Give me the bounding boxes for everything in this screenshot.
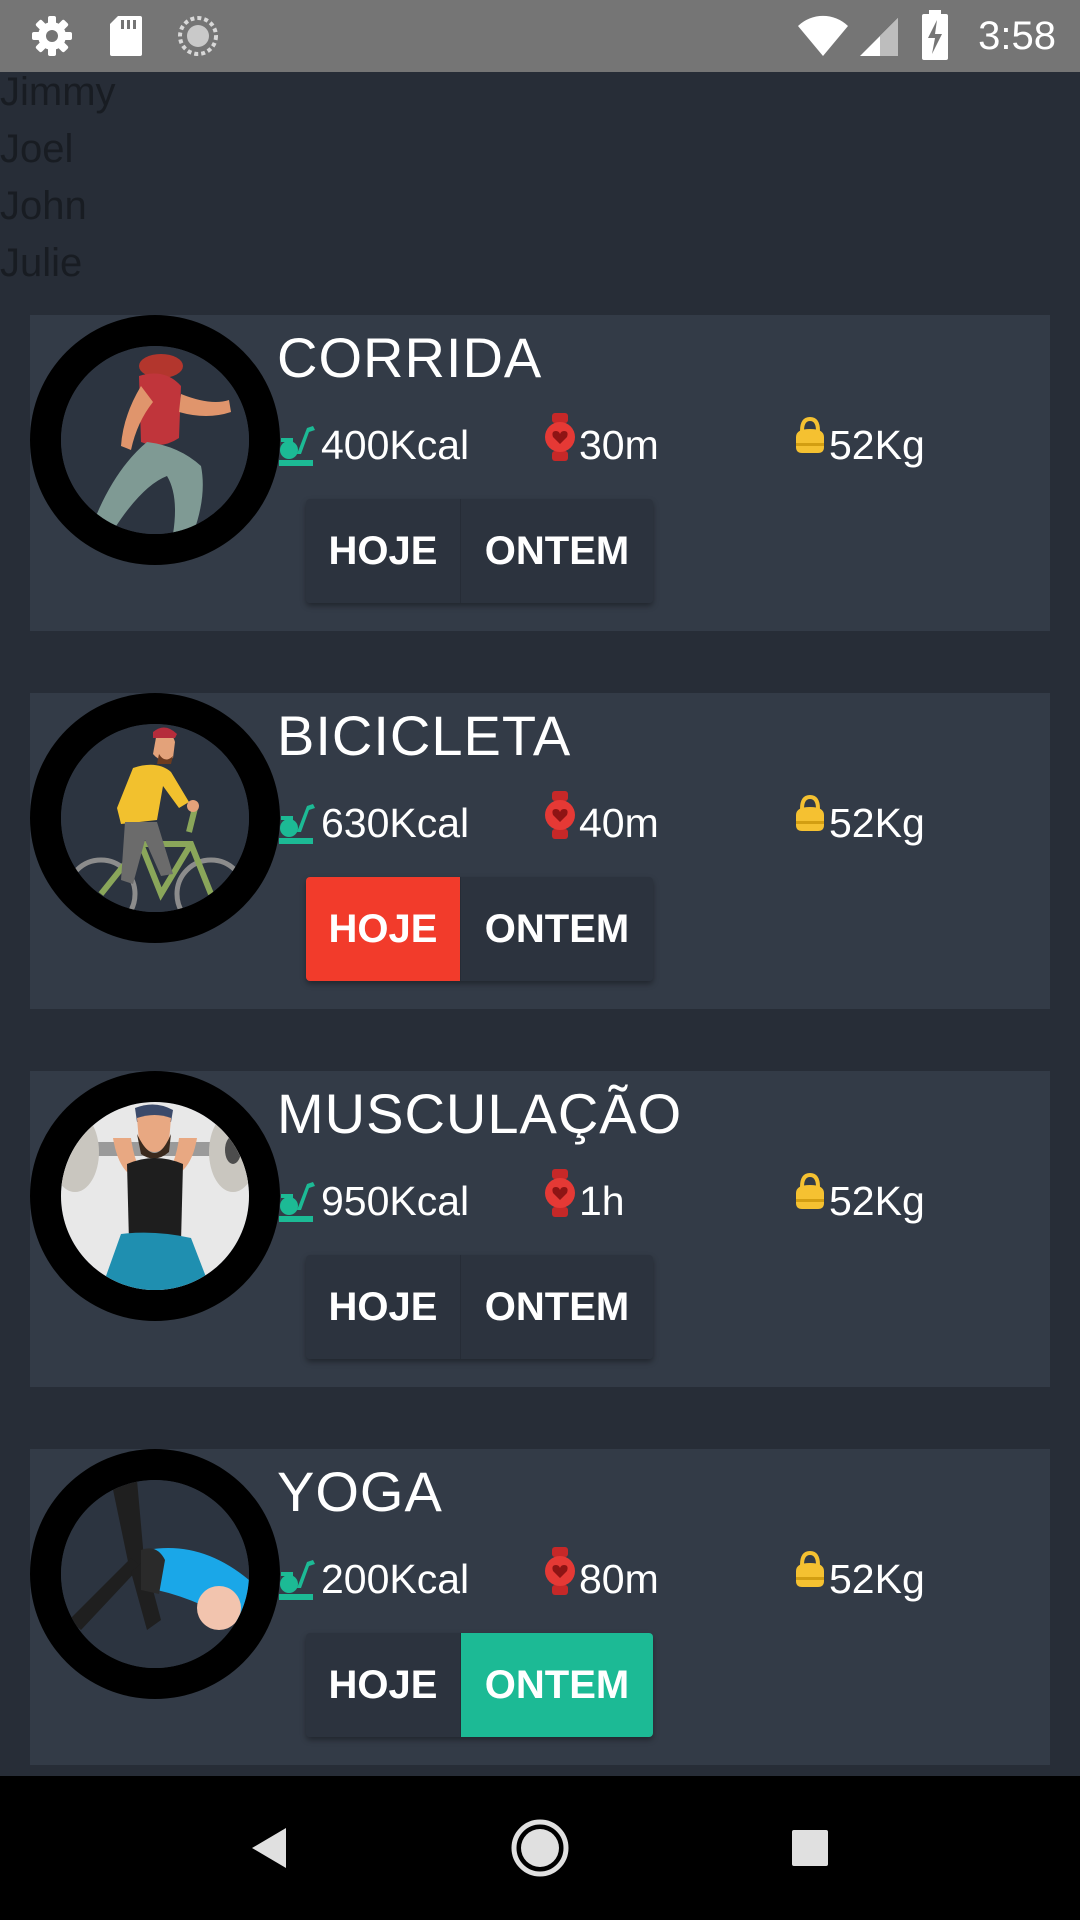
exercise-bike-icon: [279, 1560, 315, 1600]
weight-stat: 52Kg: [793, 1163, 925, 1224]
day-toggle: HOJE ONTEM: [306, 1633, 653, 1737]
weight-value: 52Kg: [829, 1555, 925, 1602]
time-stat: 40m: [543, 785, 659, 846]
hoje-button[interactable]: HOJE: [306, 1255, 460, 1359]
activity-card-bicicleta: BICICLETA 630Kcal 40m 52Kg HOJE ONTEM: [30, 693, 1050, 1009]
day-toggle: HOJE ONTEM: [306, 499, 653, 603]
kcal-value: 200Kcal: [321, 1555, 470, 1602]
kcal-stat: 200Kcal: [275, 1549, 469, 1609]
sd-card-icon: [108, 14, 144, 63]
weight-value: 52Kg: [829, 799, 925, 846]
wifi-icon: [796, 14, 850, 63]
list-item[interactable]: Julie: [0, 235, 116, 292]
weight-value: 52Kg: [829, 421, 925, 468]
activity-title: MUSCULAÇÃO: [277, 1082, 683, 1145]
kettlebell-icon: [796, 1173, 824, 1209]
heart-watch-icon: [545, 791, 575, 839]
heart-watch-icon: [545, 1547, 575, 1595]
kcal-value: 400Kcal: [321, 421, 470, 468]
cyclist-illustration: [61, 724, 249, 912]
heart-watch-icon: [545, 1169, 575, 1217]
weight-stat: 52Kg: [793, 407, 925, 468]
weight-stat: 52Kg: [793, 785, 925, 846]
kcal-stat: 630Kcal: [275, 793, 469, 853]
hoje-button[interactable]: HOJE: [306, 877, 460, 981]
time-stat: 80m: [543, 1541, 659, 1602]
avatar: [30, 1449, 280, 1699]
list-item[interactable]: Jimmy: [0, 64, 116, 121]
kettlebell-icon: [796, 795, 824, 831]
time-stat: 30m: [543, 407, 659, 468]
ontem-button[interactable]: ONTEM: [460, 1255, 653, 1359]
ontem-button[interactable]: ONTEM: [460, 877, 653, 981]
activity-card-corrida: CORRIDA 400Kcal 30m 52Kg HOJE ONTEM: [30, 315, 1050, 631]
exercise-bike-icon: [279, 1182, 315, 1222]
status-bar: 3:58: [0, 0, 1080, 72]
yoga-illustration: [61, 1480, 249, 1668]
day-toggle: HOJE ONTEM: [306, 877, 653, 981]
settings-icon: [30, 14, 74, 63]
activity-title: CORRIDA: [277, 326, 543, 389]
names-list: Jimmy Joel John Julie: [0, 64, 116, 292]
hoje-button[interactable]: HOJE: [306, 1633, 460, 1737]
weightlifter-illustration: [61, 1102, 249, 1290]
activity-title: YOGA: [277, 1460, 443, 1523]
list-item[interactable]: Joel: [0, 121, 116, 178]
kcal-stat: 400Kcal: [275, 415, 469, 475]
kcal-value: 630Kcal: [321, 799, 470, 846]
activity-card-yoga: YOGA 200Kcal 80m 52Kg HOJE ONTEM: [30, 1449, 1050, 1765]
avatar: [30, 1071, 280, 1321]
ontem-button[interactable]: ONTEM: [460, 1633, 653, 1737]
weight-stat: 52Kg: [793, 1541, 925, 1602]
activity-title: BICICLETA: [277, 704, 572, 767]
kcal-stat: 950Kcal: [275, 1171, 469, 1231]
time-value: 1h: [579, 1177, 625, 1224]
ontem-button[interactable]: ONTEM: [460, 499, 653, 603]
avatar: [30, 315, 280, 565]
time-value: 30m: [579, 421, 659, 468]
runner-illustration: [61, 346, 249, 534]
avatar: [30, 693, 280, 943]
recents-icon[interactable]: [786, 1812, 834, 1889]
home-icon[interactable]: [508, 1812, 572, 1889]
day-toggle: HOJE ONTEM: [306, 1255, 653, 1359]
list-item[interactable]: John: [0, 178, 116, 235]
exercise-bike-icon: [279, 804, 315, 844]
kcal-value: 950Kcal: [321, 1177, 470, 1224]
back-icon[interactable]: [244, 1812, 296, 1889]
cell-signal-icon: [858, 14, 900, 63]
status-time: 3:58: [978, 14, 1056, 58]
heart-watch-icon: [545, 413, 575, 461]
navigation-bar: [0, 1776, 1080, 1920]
kettlebell-icon: [796, 1551, 824, 1587]
activity-card-musculacao: MUSCULAÇÃO 950Kcal 1h 52Kg HOJE ONTEM: [30, 1071, 1050, 1387]
weight-value: 52Kg: [829, 1177, 925, 1224]
time-value: 80m: [579, 1555, 659, 1602]
kettlebell-icon: [796, 417, 824, 453]
time-stat: 1h: [543, 1163, 625, 1224]
hoje-button[interactable]: HOJE: [306, 499, 460, 603]
battery-charging-icon: [920, 10, 950, 67]
time-value: 40m: [579, 799, 659, 846]
exercise-bike-icon: [279, 426, 315, 466]
sync-spinner-icon: [176, 14, 220, 63]
